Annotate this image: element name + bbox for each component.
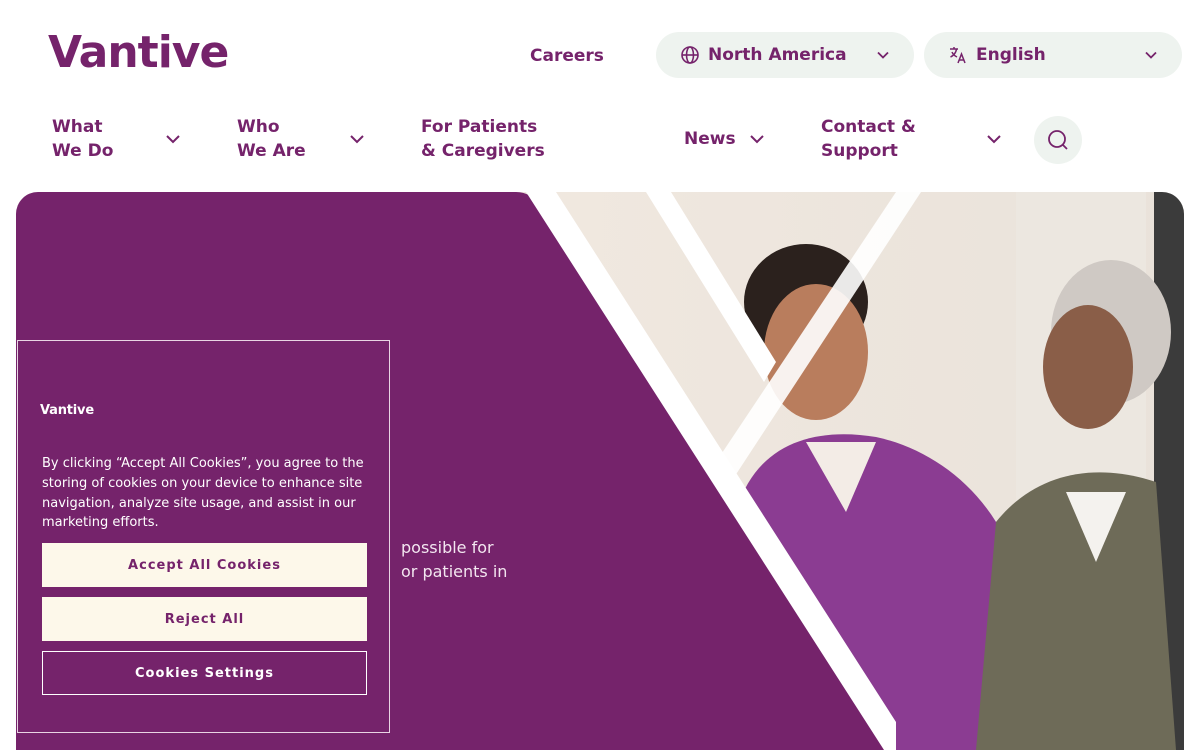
nav-what-we-do[interactable]: What We Do — [52, 115, 113, 163]
chevron-down-icon[interactable] — [749, 132, 765, 146]
nav-for-patients-caregivers[interactable]: For Patients & Caregivers — [421, 115, 545, 163]
chevron-down-icon[interactable] — [349, 132, 365, 146]
nav-label-line: News — [684, 129, 736, 149]
nav-label-line: We Do — [52, 141, 114, 161]
cookie-banner-logo: Vantive — [40, 403, 94, 418]
translate-icon — [948, 45, 968, 65]
logo-wordmark: Vantive — [48, 27, 229, 78]
nav-label-line: & Caregivers — [421, 141, 545, 161]
chevron-down-icon — [1145, 51, 1157, 59]
nav-label-line: We Are — [237, 141, 306, 161]
careers-link[interactable]: Careers — [530, 45, 604, 67]
nav-label-line: Support — [821, 141, 898, 161]
chevron-down-icon[interactable] — [165, 132, 181, 146]
language-label: English — [976, 45, 1046, 65]
vantive-logo[interactable]: Vantive — [48, 27, 229, 78]
region-label: North America — [708, 45, 847, 65]
cookie-message: By clicking “Accept All Cookies”, you ag… — [42, 456, 364, 531]
nav-label-line: What — [52, 117, 103, 137]
reject-all-button[interactable]: Reject All — [42, 597, 367, 641]
language-selector[interactable]: English — [924, 32, 1182, 78]
nav-who-we-are[interactable]: Who We Are — [237, 115, 306, 163]
hero-text-line: possible for — [401, 538, 494, 557]
chevron-down-icon[interactable] — [986, 132, 1002, 146]
hero-text-line: or patients in — [401, 562, 508, 581]
region-selector[interactable]: North America — [656, 32, 914, 78]
nav-label-line: Who — [237, 117, 280, 137]
accept-all-cookies-button[interactable]: Accept All Cookies — [42, 543, 367, 587]
cookie-consent-dialog: Vantive By clicking “Accept All Cookies”… — [17, 340, 390, 733]
cookies-settings-button[interactable]: Cookies Settings — [42, 651, 367, 695]
hero-text: possible for or patients in — [401, 536, 521, 584]
search-button[interactable] — [1034, 116, 1082, 164]
chevron-down-icon — [877, 51, 889, 59]
nav-news[interactable]: News — [684, 127, 736, 151]
search-icon — [1048, 130, 1068, 150]
nav-label-line: Contact & — [821, 117, 916, 137]
nav-contact-support[interactable]: Contact & Support — [821, 115, 916, 163]
nav-label-line: For Patients — [421, 117, 538, 137]
globe-icon — [680, 45, 700, 65]
